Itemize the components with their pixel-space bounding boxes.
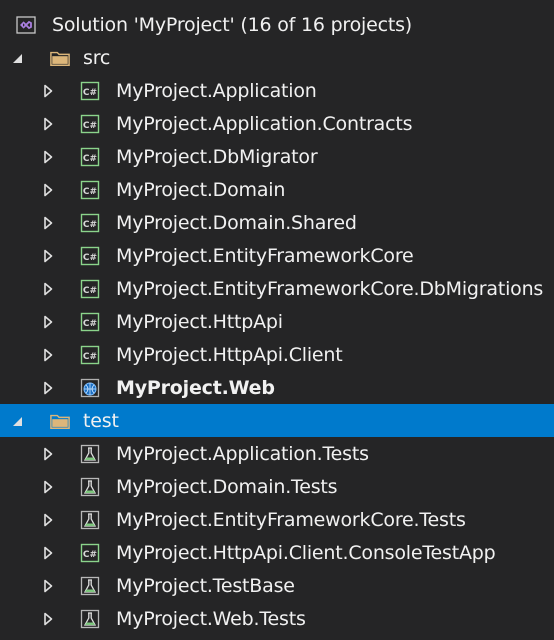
folder-row-src[interactable]: src [0,41,554,74]
csharp-project-icon: C# [80,213,100,233]
project-label: MyProject.HttpApi.Client.ConsoleTestApp [116,541,496,564]
collapsed-arrow-icon[interactable] [41,579,55,593]
project-row[interactable]: C# MyProject.HttpApi.Client [0,338,554,371]
project-row[interactable]: C# MyProject.Application [0,74,554,107]
project-row[interactable]: MyProject.Web.Tests [0,602,554,635]
csharp-project-icon: C# [80,279,100,299]
csharp-project-icon: C# [80,246,100,266]
project-row[interactable]: MyProject.TestBase [0,569,554,602]
svg-text:C#: C# [83,187,97,197]
folders-container: src C# MyProject.Application C# MyProjec… [0,41,554,635]
collapsed-arrow-icon[interactable] [41,612,55,626]
project-label: MyProject.EntityFrameworkCore.DbMigratio… [116,277,544,300]
project-label: MyProject.HttpApi [116,310,283,333]
csharp-project-icon: C# [80,180,100,200]
solution-label: Solution 'MyProject' (16 of 16 projects) [52,13,413,36]
folder-row-test[interactable]: test [0,404,554,437]
project-label: MyProject.HttpApi.Client [116,343,343,366]
csharp-project-icon: C# [80,312,100,332]
project-row[interactable]: C# MyProject.Domain [0,173,554,206]
solution-row[interactable]: Solution 'MyProject' (16 of 16 projects) [0,8,554,41]
folder-icon [50,411,70,431]
collapsed-arrow-icon[interactable] [41,546,55,560]
svg-text:C#: C# [83,352,97,362]
collapsed-arrow-icon[interactable] [41,447,55,461]
svg-text:C#: C# [83,220,97,230]
project-label: MyProject.Application.Contracts [116,112,413,135]
project-row[interactable]: MyProject.Web [0,371,554,404]
project-row[interactable]: MyProject.EntityFrameworkCore.Tests [0,503,554,536]
visual-studio-solution-icon [16,15,36,35]
svg-text:C#: C# [83,550,97,560]
collapsed-arrow-icon[interactable] [41,84,55,98]
csharp-project-icon: C# [80,147,100,167]
svg-text:C#: C# [83,88,97,98]
svg-text:C#: C# [83,253,97,263]
project-label: MyProject.Web.Tests [116,607,306,630]
csharp-project-icon: C# [80,543,100,563]
solution-explorer-tree: Solution 'MyProject' (16 of 16 projects)… [0,0,554,640]
test-project-icon [80,477,100,497]
project-label: MyProject.DbMigrator [116,145,318,168]
svg-text:C#: C# [83,121,97,131]
project-row[interactable]: C# MyProject.Domain.Shared [0,206,554,239]
csharp-project-icon: C# [80,345,100,365]
project-label: MyProject.Domain [116,178,286,201]
test-project-icon [80,609,100,629]
project-label: MyProject.Domain.Tests [116,475,338,498]
project-row[interactable]: C# MyProject.DbMigrator [0,140,554,173]
project-row[interactable]: C# MyProject.HttpApi.Client.ConsoleTestA… [0,536,554,569]
collapsed-arrow-icon[interactable] [41,381,55,395]
project-row[interactable]: MyProject.Domain.Tests [0,470,554,503]
collapsed-arrow-icon[interactable] [41,480,55,494]
project-label: MyProject.TestBase [116,574,295,597]
collapsed-arrow-icon[interactable] [41,282,55,296]
web-project-icon [80,378,100,398]
project-label: MyProject.Domain.Shared [116,211,357,234]
expand-arrow-icon[interactable] [10,51,24,65]
expand-arrow-icon[interactable] [10,414,24,428]
test-project-icon [80,510,100,530]
project-label: MyProject.Application.Tests [116,442,369,465]
folder-label: test [83,409,119,432]
collapsed-arrow-icon[interactable] [41,183,55,197]
collapsed-arrow-icon[interactable] [41,249,55,263]
csharp-project-icon: C# [80,114,100,134]
project-row[interactable]: C# MyProject.Application.Contracts [0,107,554,140]
test-project-icon [80,444,100,464]
project-row[interactable]: C# MyProject.HttpApi [0,305,554,338]
project-row[interactable]: C# MyProject.EntityFrameworkCore [0,239,554,272]
collapsed-arrow-icon[interactable] [41,348,55,362]
project-label: MyProject.Application [116,79,317,102]
folder-label: src [83,46,111,69]
project-row[interactable]: C# MyProject.EntityFrameworkCore.DbMigra… [0,272,554,305]
project-row[interactable]: MyProject.Application.Tests [0,437,554,470]
folder-icon [50,48,70,68]
collapsed-arrow-icon[interactable] [41,513,55,527]
project-label: MyProject.EntityFrameworkCore.Tests [116,508,466,531]
test-project-icon [80,576,100,596]
collapsed-arrow-icon[interactable] [41,150,55,164]
collapsed-arrow-icon[interactable] [41,117,55,131]
svg-text:C#: C# [83,286,97,296]
csharp-project-icon: C# [80,81,100,101]
svg-text:C#: C# [83,154,97,164]
svg-text:C#: C# [83,319,97,329]
project-label: MyProject.EntityFrameworkCore [116,244,414,267]
collapsed-arrow-icon[interactable] [41,216,55,230]
project-label: MyProject.Web [116,376,275,399]
collapsed-arrow-icon[interactable] [41,315,55,329]
